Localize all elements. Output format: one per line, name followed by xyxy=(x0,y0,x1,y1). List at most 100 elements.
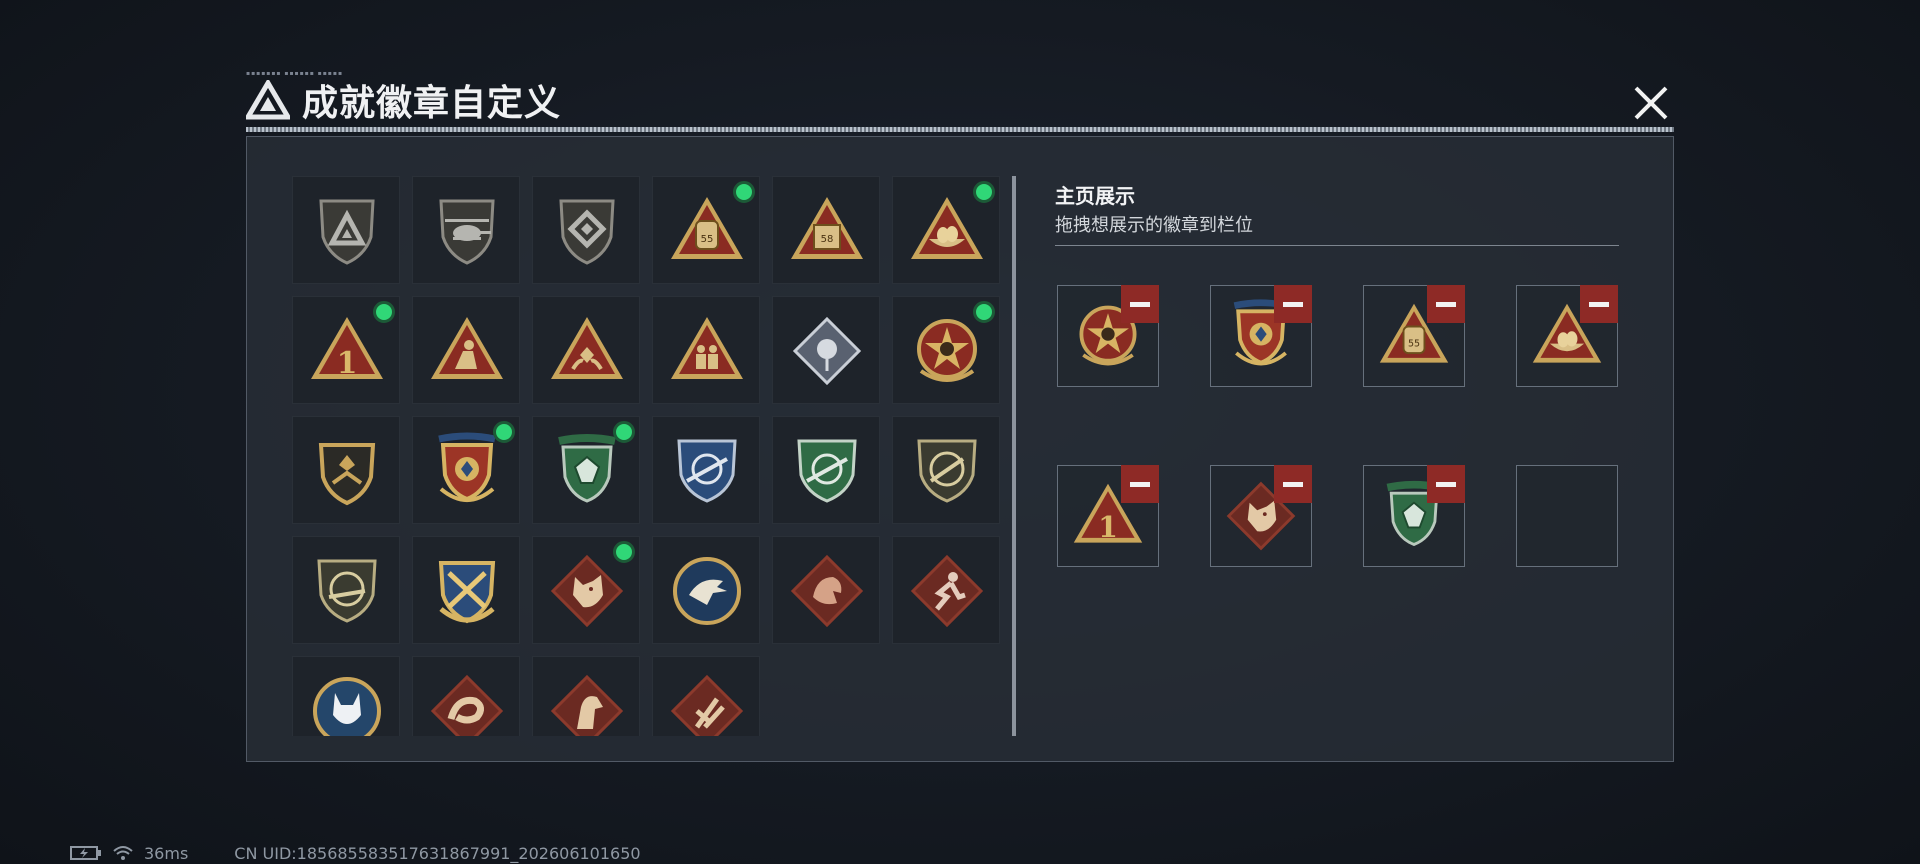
new-indicator xyxy=(733,181,755,203)
badge-cell[interactable] xyxy=(892,536,1000,644)
badge-cell[interactable] xyxy=(292,176,400,284)
badge-cell[interactable] xyxy=(292,416,400,524)
horse-diamond-icon xyxy=(550,674,624,736)
minus-icon xyxy=(1283,301,1303,307)
nest-eggs-triangle-icon xyxy=(911,197,983,259)
battery-charging-icon xyxy=(70,846,101,860)
minus-icon xyxy=(1436,481,1456,487)
svg-text:1: 1 xyxy=(337,346,358,381)
wolf-diamond-icon xyxy=(551,555,623,627)
badge-cell[interactable] xyxy=(412,296,520,404)
new-indicator xyxy=(973,181,995,203)
badge-cell[interactable] xyxy=(772,296,880,404)
badge-cell[interactable] xyxy=(892,416,1000,524)
badge-cell[interactable]: 58 xyxy=(772,176,880,284)
green-rifle-crosshair-icon xyxy=(797,439,857,503)
badge-cell[interactable] xyxy=(772,416,880,524)
wifi-icon xyxy=(113,846,133,860)
gray-shield-diamond-icon xyxy=(559,199,615,265)
hands-diamond-triangle-icon xyxy=(551,317,623,379)
soldiers-triangle-icon xyxy=(671,317,743,379)
badge-cell[interactable] xyxy=(892,296,1000,404)
display-slot-4[interactable] xyxy=(1516,285,1618,387)
kneeling-figure-triangle-icon xyxy=(431,317,503,379)
new-indicator xyxy=(613,421,635,443)
blue-rifle-crosshair-icon xyxy=(677,439,737,503)
remove-badge-button[interactable] xyxy=(1121,285,1159,323)
silver-rose-diamond-icon xyxy=(792,316,862,386)
badge-cell[interactable] xyxy=(532,416,640,524)
remove-badge-button[interactable] xyxy=(1427,465,1465,503)
badge-cell[interactable] xyxy=(772,536,880,644)
remove-badge-button[interactable] xyxy=(1121,465,1159,503)
remove-badge-button[interactable] xyxy=(1427,285,1465,323)
triangle-logo-icon xyxy=(246,80,290,120)
badge-cell[interactable] xyxy=(892,176,1000,284)
minus-icon xyxy=(1589,301,1609,307)
minus-icon xyxy=(1130,301,1150,307)
badge-cell[interactable] xyxy=(532,656,640,736)
badge-cell[interactable] xyxy=(652,536,760,644)
display-section-subtitle: 拖拽想展示的徽章到栏位 xyxy=(1055,215,1253,236)
green-gem-shield-icon xyxy=(547,431,627,511)
snake-diamond-icon xyxy=(430,674,504,736)
svg-text:58: 58 xyxy=(821,234,834,245)
badge-cell[interactable] xyxy=(652,416,760,524)
display-slot-8-empty[interactable] xyxy=(1516,465,1618,567)
gold-shield-chevron-icon xyxy=(318,443,376,506)
badge-cell[interactable] xyxy=(652,656,760,736)
badge-cell[interactable] xyxy=(532,536,640,644)
new-indicator xyxy=(373,301,395,323)
badge-cell[interactable] xyxy=(412,176,520,284)
svg-text:55: 55 xyxy=(1408,338,1420,349)
olive-rifle-crosshair-icon xyxy=(317,559,377,623)
box-58-triangle-icon: 58 xyxy=(791,197,863,259)
svg-text:55: 55 xyxy=(701,234,714,245)
display-section-title: 主页展示 xyxy=(1055,184,1135,208)
remove-badge-button[interactable] xyxy=(1580,285,1618,323)
badge-cell[interactable] xyxy=(412,536,520,644)
backpack-55-triangle-icon: 55 xyxy=(671,197,743,259)
badge-cell[interactable] xyxy=(652,296,760,404)
blue-star-shield-eagle-icon xyxy=(427,431,507,511)
badge-cell[interactable] xyxy=(412,416,520,524)
remove-badge-button[interactable] xyxy=(1274,285,1312,323)
display-section-divider xyxy=(1055,245,1619,246)
display-slot-1[interactable] xyxy=(1057,285,1159,387)
gold-crossed-rifles-icon xyxy=(438,561,496,624)
badge-cell[interactable] xyxy=(292,536,400,644)
olive-rifle-shield-icon xyxy=(917,439,977,503)
minus-icon xyxy=(1130,481,1150,487)
header-divider xyxy=(246,127,1674,132)
close-icon[interactable] xyxy=(1628,80,1674,126)
dragon-diamond-icon xyxy=(790,554,864,628)
display-slot-3[interactable]: 55 xyxy=(1363,285,1465,387)
hand-claw-diamond-icon xyxy=(670,674,744,736)
badge-cell[interactable] xyxy=(292,656,400,736)
new-indicator xyxy=(493,421,515,443)
minus-icon xyxy=(1436,301,1456,307)
display-slot-2[interactable] xyxy=(1210,285,1312,387)
ping-text: 36ms xyxy=(144,843,189,863)
remove-badge-button[interactable] xyxy=(1274,465,1312,503)
minus-icon xyxy=(1283,481,1303,487)
uid-text: CN UID:1856855835176318679​91_2026061016… xyxy=(234,843,641,863)
badge-cell[interactable] xyxy=(532,176,640,284)
badge-grid: 55 58 1 xyxy=(292,176,1004,736)
badge-cell[interactable] xyxy=(412,656,520,736)
badge-cell[interactable]: 55 xyxy=(652,176,760,284)
star-skull-wreath-icon xyxy=(917,319,977,382)
number-1-triangle-icon: 1 xyxy=(311,317,383,381)
page-title: 成就徽章自定义 xyxy=(302,83,562,124)
runner-diamond-icon xyxy=(910,554,984,628)
eagle-circle-icon xyxy=(673,557,741,625)
grid-scrollbar[interactable] xyxy=(1012,176,1016,736)
badge-cell[interactable] xyxy=(532,296,640,404)
badge-cell[interactable]: 1 xyxy=(292,296,400,404)
display-slot-5[interactable]: 1 xyxy=(1057,465,1159,567)
status-bar: 36ms CN UID:1856855835176318679​91_20260… xyxy=(70,843,641,863)
display-slot-6[interactable] xyxy=(1210,465,1312,567)
header: 成就徽章自定义 xyxy=(246,78,561,124)
display-slot-7[interactable] xyxy=(1363,465,1465,567)
new-indicator xyxy=(973,301,995,323)
